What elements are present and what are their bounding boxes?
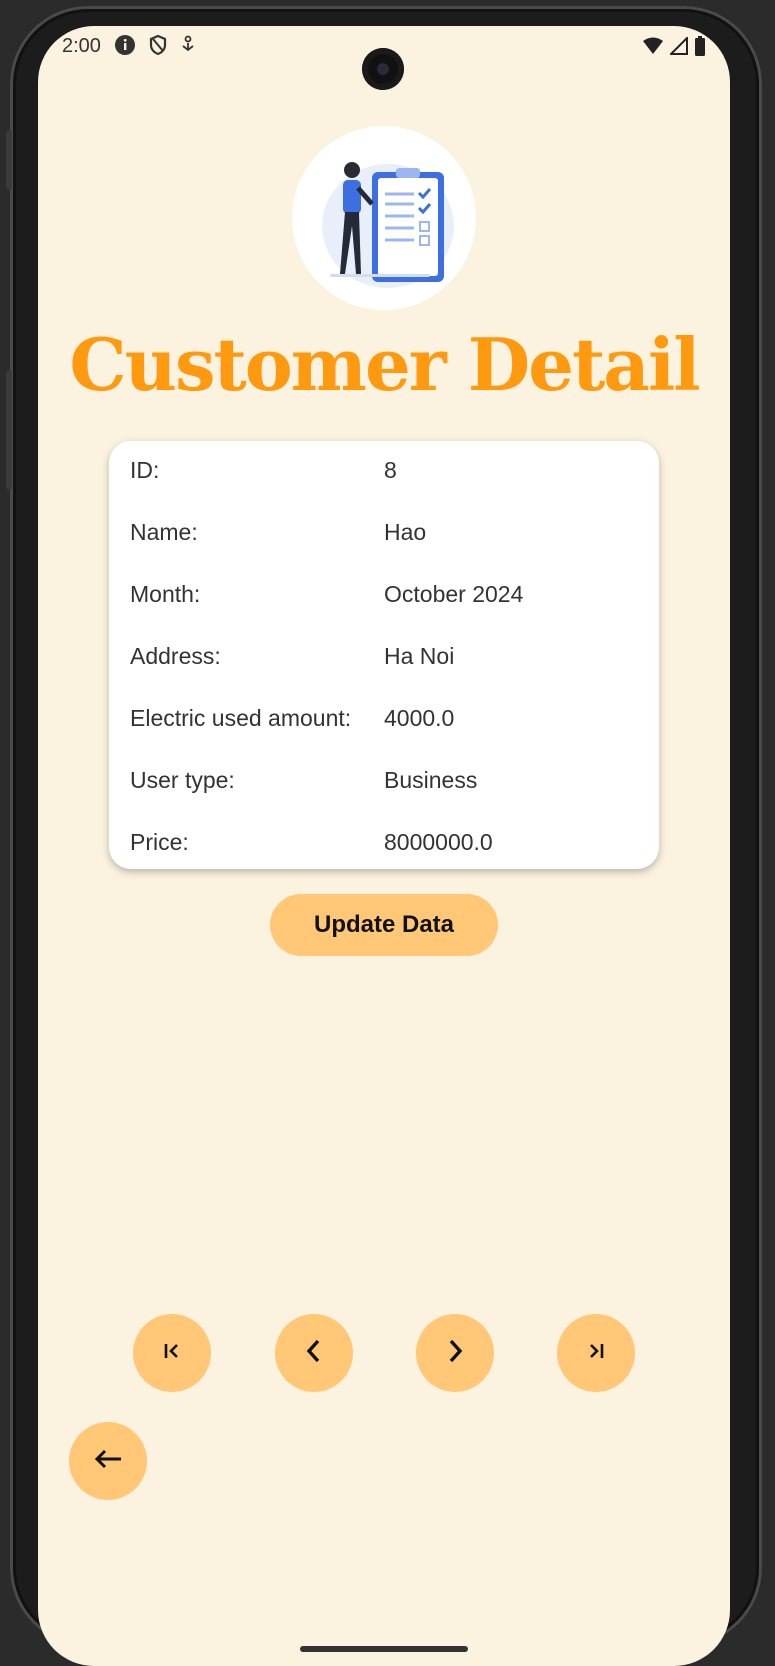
back-button[interactable] (69, 1422, 147, 1500)
detail-label: ID: (130, 457, 160, 483)
detail-label: Name: (130, 519, 198, 545)
page-title: Customer Detail (69, 322, 700, 407)
detail-value: Hao (384, 519, 427, 545)
last-record-button[interactable] (557, 1314, 635, 1392)
detail-label: User type: (130, 767, 235, 793)
detail-label: Electric used amount: (130, 705, 352, 731)
customer-detail-card: ID: 8 Name: Hao Month: October 2024 Addr… (109, 441, 659, 869)
detail-value: Ha Noi (384, 643, 455, 669)
battery-icon (694, 36, 706, 61)
update-data-button[interactable]: Update Data (270, 894, 498, 956)
side-button (6, 130, 12, 190)
side-button (6, 370, 12, 490)
wifi-icon (642, 37, 664, 60)
home-indicator[interactable] (300, 1646, 468, 1652)
detail-value: Business (384, 767, 478, 793)
previous-record-button[interactable] (275, 1314, 353, 1392)
detail-label: Address: (130, 643, 221, 669)
status-time: 2:00 (62, 35, 101, 57)
download-icon (180, 35, 196, 60)
detail-value: October 2024 (384, 581, 524, 607)
front-camera (362, 48, 404, 90)
detail-value: 8000000.0 (384, 829, 493, 855)
first-record-button[interactable] (133, 1314, 211, 1392)
chevron-left-icon (302, 1338, 326, 1369)
next-record-button[interactable] (416, 1314, 494, 1392)
arrow-left-icon (93, 1447, 123, 1476)
detail-label: Price: (130, 829, 189, 855)
chevron-right-icon (443, 1338, 467, 1369)
app-screen: 2:00 Customer Detail ID: 8 Name: Hao Mon… (38, 26, 730, 1666)
signal-icon (668, 35, 688, 60)
last-page-icon (584, 1339, 608, 1368)
clipboard-checklist-illustration (292, 126, 476, 310)
first-page-icon (160, 1339, 184, 1368)
detail-value: 8 (384, 457, 397, 483)
detail-label: Month: (130, 581, 201, 607)
shield-icon (148, 34, 168, 61)
info-icon (114, 34, 136, 61)
detail-value: 4000.0 (384, 705, 455, 731)
